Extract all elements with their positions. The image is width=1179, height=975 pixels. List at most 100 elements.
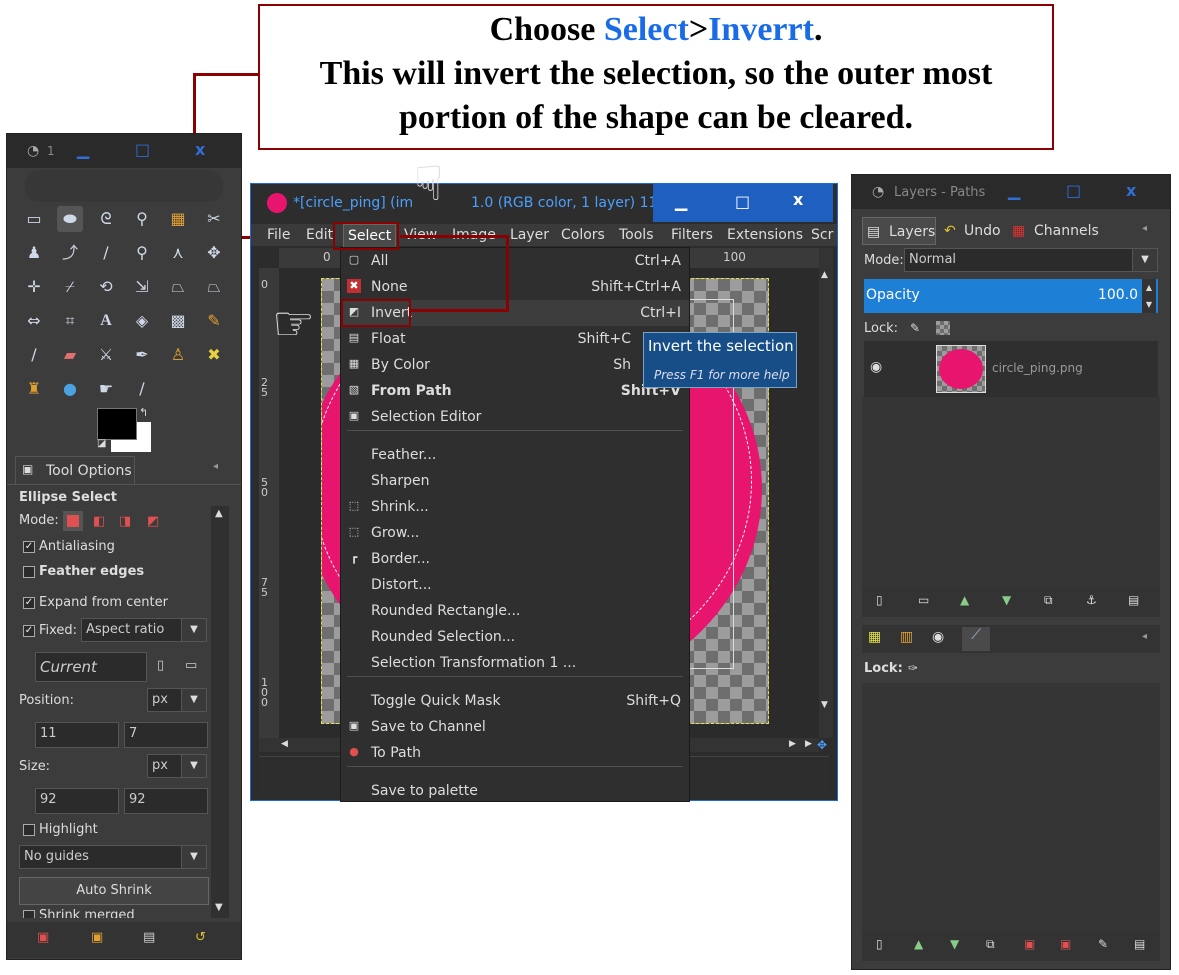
scroll-left-icon[interactable]: ◀ (281, 739, 288, 749)
menu-item-rounded-rectangle[interactable]: Rounded Rectangle... (341, 598, 689, 624)
brushes-icon[interactable]: ◉ (932, 629, 944, 645)
select-by-color-icon[interactable]: ▦ (165, 206, 191, 232)
highlight-checkbox[interactable] (23, 824, 35, 836)
size-width-input[interactable]: 92 (35, 788, 119, 814)
new-group-icon[interactable]: ▭ (918, 593, 929, 607)
size-unit-dropdown[interactable]: px ▼ (147, 754, 207, 778)
reset-options-icon[interactable]: ↺ (195, 930, 206, 945)
fixed-checkbox[interactable]: ✓ (23, 625, 35, 637)
menu-item-none[interactable]: ✖ None Shift+Ctrl+A (341, 274, 689, 300)
pencil-icon[interactable]: ✎ (201, 308, 227, 334)
scroll-down-icon[interactable]: ▼ (215, 902, 223, 913)
patterns-icon[interactable]: ▥ (900, 629, 913, 645)
foreground-select-icon[interactable]: ♟ (21, 240, 47, 266)
duplicate-path-icon[interactable]: ⧉ (986, 937, 995, 952)
anchor-icon[interactable]: ⚓ (1086, 593, 1097, 607)
menu-item-all[interactable]: ▢ All Ctrl+A (341, 248, 689, 274)
menu-item-save-to-palette[interactable]: Save to palette (341, 778, 689, 804)
layer-mode-dropdown[interactable]: Normal ▼ (904, 248, 1158, 272)
antialiasing-checkbox[interactable]: ✓ (23, 541, 35, 553)
mode-add-icon[interactable]: ◧ (93, 514, 105, 529)
auto-shrink-button[interactable]: Auto Shrink (19, 877, 209, 905)
menu-file[interactable]: File (267, 227, 290, 243)
menu-item-float[interactable]: ▤ Float Shift+C (341, 326, 689, 352)
new-path-icon[interactable]: ▯ (876, 937, 883, 951)
tab-channels[interactable]: ▦ Channels (1010, 217, 1099, 245)
default-colors-icon[interactable]: ◪ (97, 438, 106, 449)
selection-to-path-icon[interactable]: ▣ (1060, 937, 1071, 951)
opacity-slider[interactable]: Opacity 100.0 ▲ ▼ (864, 279, 1158, 313)
delete-path-icon[interactable]: ▤ (1134, 937, 1145, 951)
ink-icon[interactable]: ✒ (129, 342, 155, 368)
position-unit-dropdown[interactable]: px ▼ (147, 688, 207, 712)
save-options-icon[interactable]: ▣ (37, 930, 49, 945)
paintbrush-icon[interactable]: ∕ (21, 342, 47, 368)
lock-pixels-icon[interactable]: ✎ (910, 321, 920, 335)
color-picker-icon[interactable]: ∕ (93, 240, 119, 266)
menu-colors[interactable]: Colors (561, 227, 605, 243)
raise-path-icon[interactable]: ▲ (914, 937, 923, 951)
restore-options-icon[interactable]: ▣ (91, 930, 103, 945)
dock-menu-icon[interactable]: ◂ (1142, 223, 1147, 234)
close-icon[interactable]: x (195, 140, 205, 159)
cage-icon[interactable]: ⌗ (57, 308, 83, 334)
blend-icon[interactable]: ▩ (165, 308, 191, 334)
eraser-icon[interactable]: ▰ (57, 342, 83, 368)
duplicate-layer-icon[interactable]: ⧉ (1044, 593, 1053, 608)
position-x-input[interactable]: 11 (35, 722, 119, 748)
shrink-merged-checkbox[interactable] (23, 910, 35, 918)
stroke-path-icon[interactable]: ✎ (1098, 937, 1108, 951)
scroll-down-icon[interactable]: ▼ (821, 700, 828, 710)
close-icon[interactable]: x (1126, 181, 1136, 200)
minimize-icon[interactable]: ▁ (1008, 181, 1020, 200)
bucket-fill-icon[interactable]: ◈ (129, 308, 155, 334)
free-select-icon[interactable]: ᘓ (93, 206, 119, 232)
landscape-icon[interactable]: ▭ (185, 658, 197, 673)
menu-item-selection-transformation-1[interactable]: Selection Transformation 1 ... (341, 650, 689, 676)
lower-layer-icon[interactable]: ▼ (1002, 593, 1011, 607)
rect-select-icon[interactable]: ▭ (21, 206, 47, 232)
menu-layer[interactable]: Layer (510, 227, 549, 243)
menu-item-by-color[interactable]: ▦ By Color Sh (341, 352, 689, 378)
menu-item-grow[interactable]: ⬚ Grow... (341, 520, 689, 546)
menu-item-feather[interactable]: Feather... (341, 442, 689, 468)
delete-options-icon[interactable]: ▤ (143, 930, 155, 945)
move-icon[interactable]: ✥ (201, 240, 227, 266)
menu-extensions[interactable]: Extensions (727, 227, 803, 243)
eye-icon[interactable]: ◉ (870, 359, 882, 375)
text-tool-icon[interactable]: A (93, 308, 119, 334)
ellipse-select-icon[interactable]: ⬬ (57, 206, 83, 232)
minimize-icon[interactable]: ▁ (77, 140, 89, 159)
tab-paths[interactable]: ⟋ (962, 627, 990, 651)
airbrush-icon[interactable]: ⚔ (93, 342, 119, 368)
navigate-icon[interactable]: ✥ (817, 738, 827, 752)
perspective-clone-icon[interactable]: ♜ (21, 376, 47, 402)
measure-icon[interactable]: ⋏ (165, 240, 191, 266)
palette-icon[interactable]: ▦ (868, 629, 881, 645)
maximize-icon[interactable]: □ (1066, 181, 1081, 200)
lower-path-icon[interactable]: ▼ (950, 937, 959, 951)
feather-edges-checkbox[interactable] (23, 566, 35, 578)
menu-item-sharpen[interactable]: Sharpen (341, 468, 689, 494)
zoom-icon[interactable]: ⚲ (129, 240, 155, 266)
foreground-color-swatch-top[interactable] (97, 408, 137, 440)
scale-icon[interactable]: ⇲ (129, 274, 155, 300)
size-height-input[interactable]: 92 (124, 788, 208, 814)
canvas-vscroll[interactable]: ▲ ▼ (819, 248, 833, 738)
align-icon[interactable]: ✛ (21, 274, 47, 300)
guides-dropdown[interactable]: No guides ▼ (19, 845, 207, 869)
menu-item-toggle-quick-mask[interactable]: Toggle Quick Mask Shift+Q (341, 688, 689, 714)
menu-item-from-path[interactable]: ▧ From Path Shift+V (341, 378, 689, 404)
close-icon[interactable]: x (793, 190, 803, 209)
preset-input[interactable]: Current (35, 652, 147, 682)
dock-menu-icon[interactable]: ◂ (213, 461, 218, 472)
dock-menu-icon[interactable]: ◂ (1142, 631, 1147, 642)
position-y-input[interactable]: 7 (124, 722, 208, 748)
crop-icon[interactable]: ⌿ (57, 274, 83, 300)
clone-icon[interactable]: ♙ (165, 342, 191, 368)
tab-tool-options[interactable]: ▣ Tool Options (15, 456, 135, 485)
menu-script[interactable]: Scr (811, 227, 833, 243)
minimize-icon[interactable]: ▁ (675, 192, 687, 211)
rotate-icon[interactable]: ⟲ (93, 274, 119, 300)
opacity-spinner[interactable]: ▲ ▼ (1142, 279, 1156, 313)
